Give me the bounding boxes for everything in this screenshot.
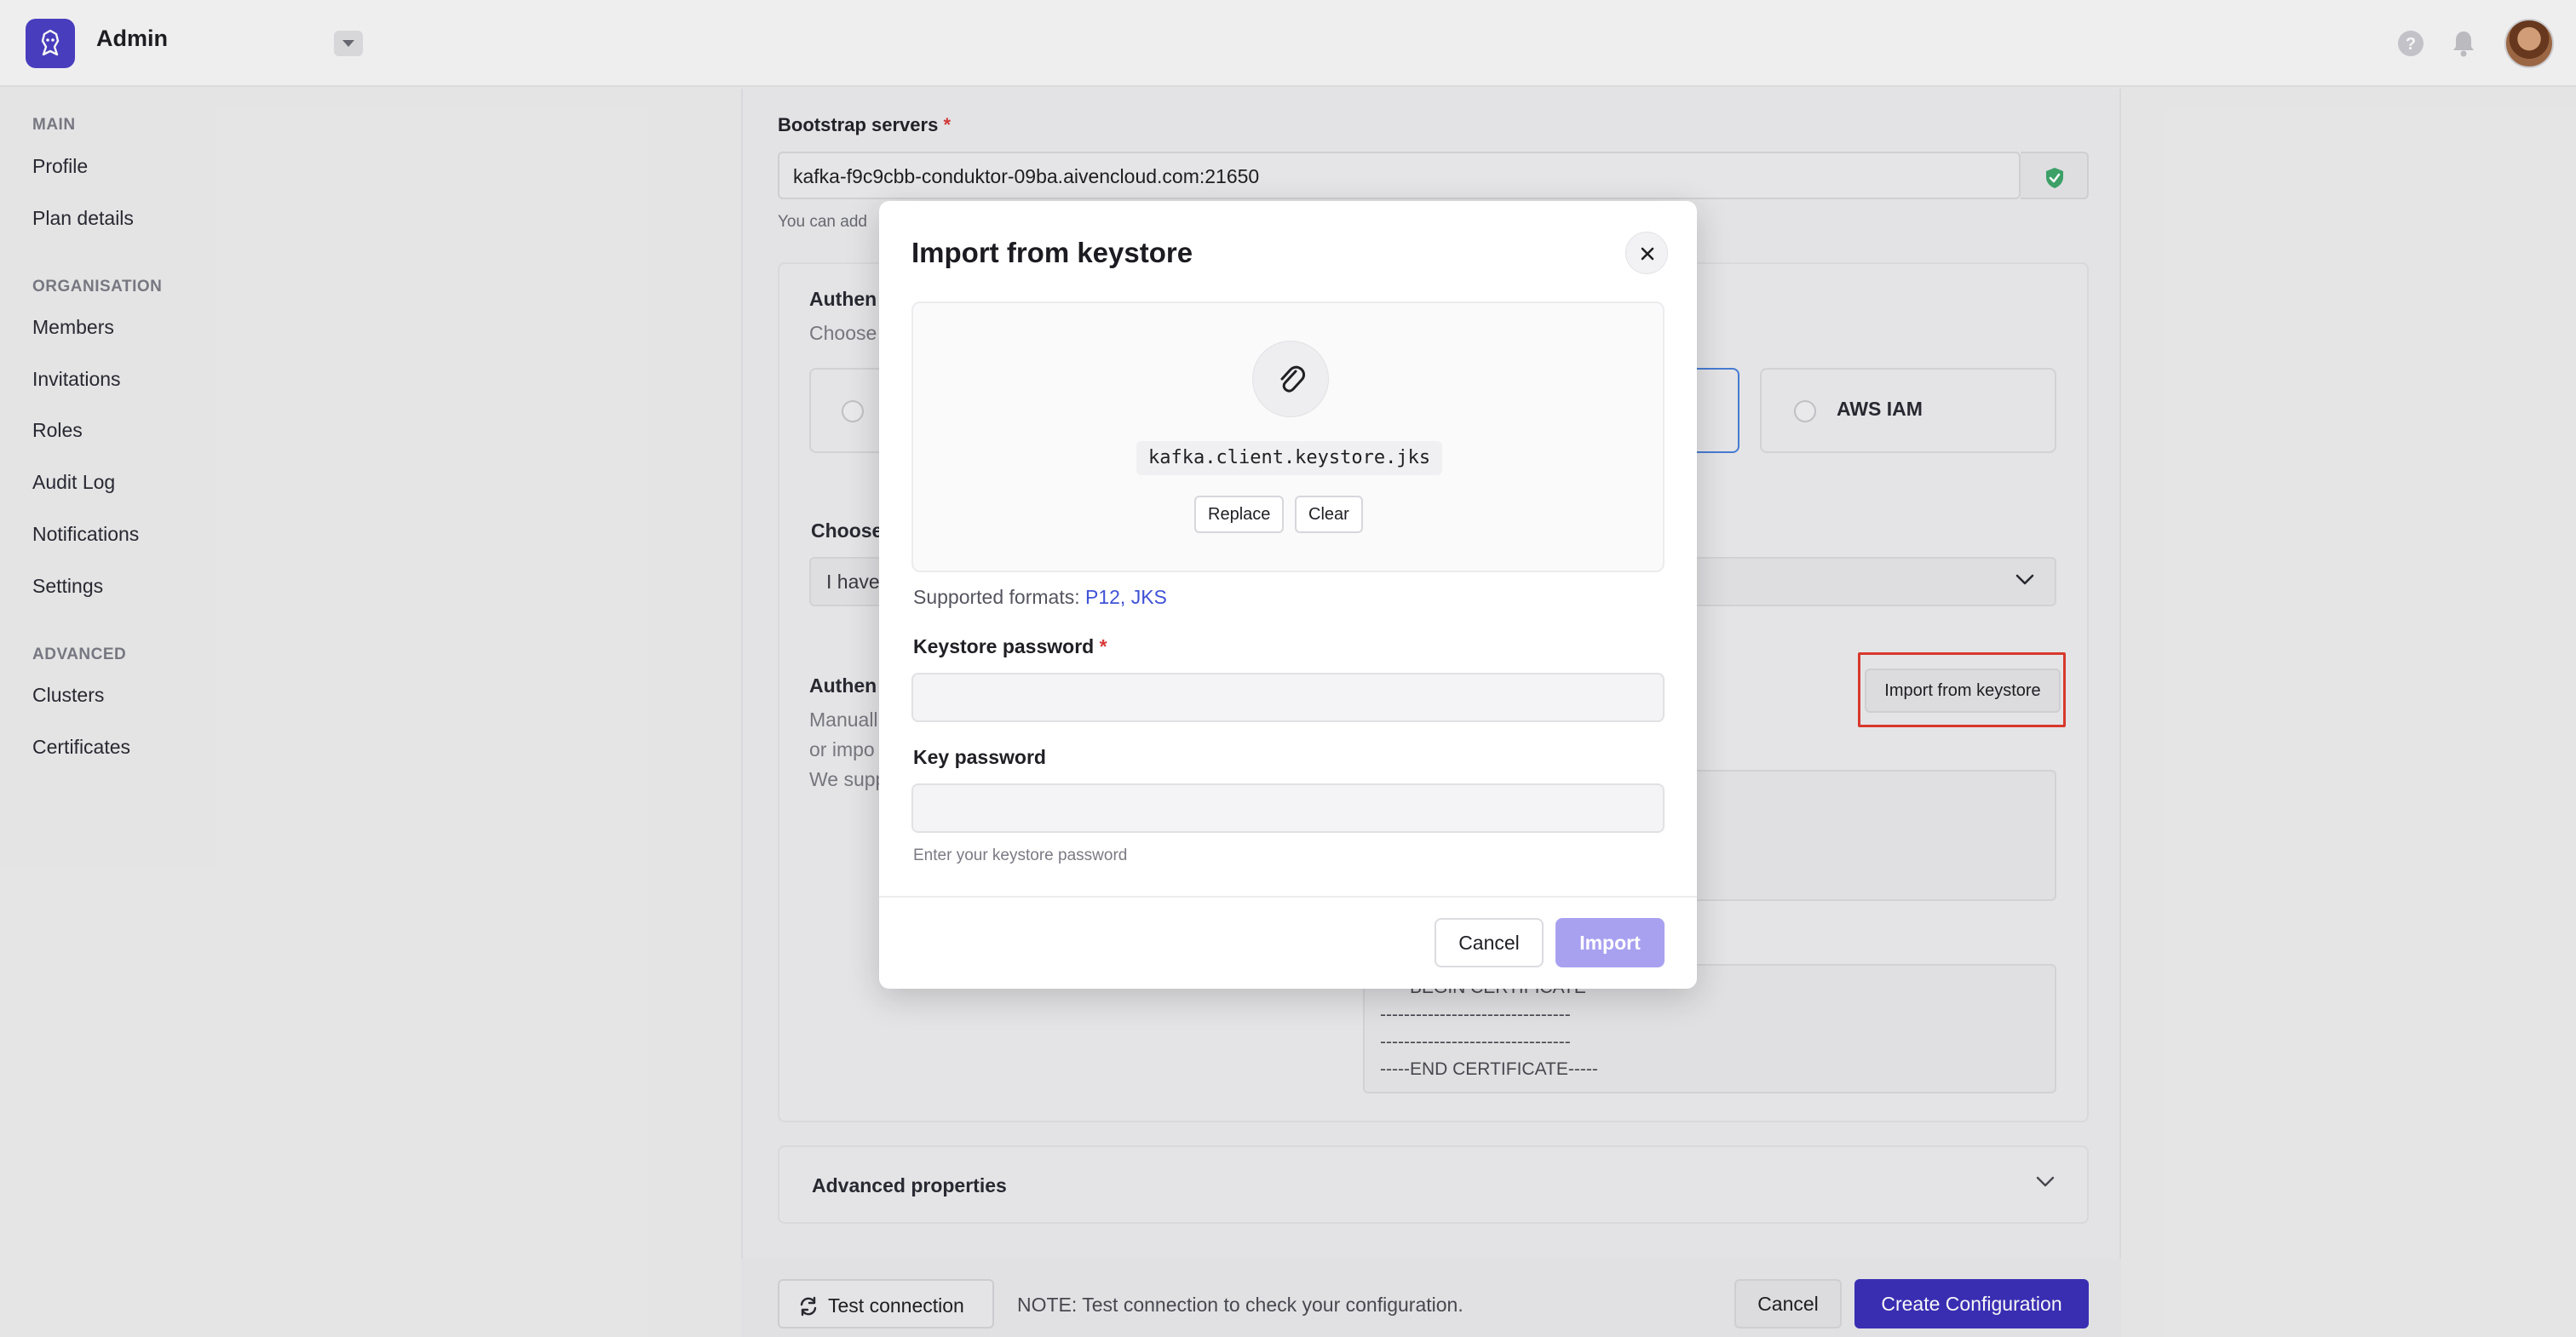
key-password-input[interactable] <box>911 783 1665 833</box>
required-mark: * <box>1099 635 1107 657</box>
selected-filename: kafka.client.keystore.jks <box>1136 441 1443 475</box>
modal-close-button[interactable] <box>1625 232 1668 274</box>
modal-cancel-button[interactable]: Cancel <box>1435 918 1544 967</box>
replace-file-button[interactable]: Replace <box>1194 496 1285 533</box>
file-dropzone[interactable]: kafka.client.keystore.jks Replace Clear <box>911 301 1665 572</box>
import-keystore-modal: Import from keystore kafka.client.keysto… <box>879 201 1697 989</box>
modal-footer-divider <box>879 896 1697 898</box>
modal-import-button[interactable]: Import <box>1555 918 1665 967</box>
keystore-password-label: Keystore password * <box>913 635 1107 658</box>
supported-formats: Supported formats: P12, JKS <box>913 586 1167 609</box>
supported-formats-links[interactable]: P12, JKS <box>1085 586 1167 608</box>
key-password-helper: Enter your keystore password <box>913 846 1128 864</box>
key-password-label: Key password <box>913 746 1046 768</box>
close-icon <box>1641 247 1654 261</box>
paperclip-icon <box>1252 341 1329 417</box>
keystore-password-label-text: Keystore password <box>913 635 1095 657</box>
keystore-password-input[interactable] <box>911 673 1665 722</box>
modal-title: Import from keystore <box>911 237 1193 268</box>
clear-file-button[interactable]: Clear <box>1295 496 1363 533</box>
supported-formats-label: Supported formats: <box>913 586 1080 608</box>
